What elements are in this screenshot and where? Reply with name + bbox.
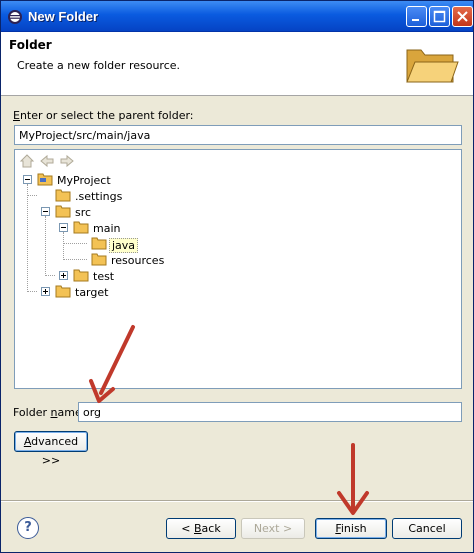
folder-icon: [55, 205, 71, 218]
tree-connector: [63, 259, 87, 260]
folder-name-label: Folder name:: [13, 406, 86, 419]
tree-connector: [45, 216, 46, 276]
maximize-icon: [433, 10, 446, 23]
wizard-header: Folder Create a new folder resource.: [1, 32, 473, 96]
maximize-button[interactable]: [429, 6, 450, 27]
collapse-toggle[interactable]: [41, 207, 50, 216]
folder-icon: [73, 221, 89, 234]
folder-icon: [73, 269, 89, 282]
close-button[interactable]: [452, 6, 473, 27]
forward-icon[interactable]: [59, 153, 75, 169]
tree-connector: [27, 184, 28, 292]
minimize-icon: [412, 19, 419, 21]
expand-toggle[interactable]: [59, 271, 68, 280]
window-title: New Folder: [28, 9, 99, 24]
folder-icon: [55, 189, 71, 202]
folder-icon: [91, 253, 107, 266]
header-description: Create a new folder resource.: [17, 59, 181, 72]
tree-connector: [63, 243, 87, 244]
tree-connector: [45, 275, 55, 276]
folder-icon: [55, 285, 71, 298]
cancel-button[interactable]: Cancel: [392, 518, 462, 539]
collapse-toggle[interactable]: [59, 223, 68, 232]
home-icon[interactable]: [19, 153, 35, 169]
advanced-button[interactable]: Advanced >>: [14, 431, 88, 467]
title-bar: New Folder: [1, 1, 473, 32]
close-icon: [457, 11, 468, 22]
eclipse-icon: [8, 10, 22, 24]
open-folder-icon: [406, 49, 459, 83]
help-icon[interactable]: ?: [17, 517, 39, 539]
tree-connector: [27, 195, 37, 196]
finish-button[interactable]: Finish: [315, 518, 387, 539]
parent-folder-input[interactable]: MyProject/src/main/java: [14, 125, 462, 145]
folder-name-input[interactable]: org: [78, 402, 462, 422]
button-bar-separator: [1, 500, 473, 502]
back-button[interactable]: < Back: [166, 518, 236, 539]
annotation-arrow: [337, 443, 369, 515]
header-title: Folder: [9, 38, 52, 52]
next-button[interactable]: Next >: [241, 518, 305, 539]
tree-connector: [63, 232, 64, 260]
expand-toggle[interactable]: [41, 287, 50, 296]
new-folder-dialog: New Folder Folder Create a new folder re…: [0, 0, 474, 553]
folder-icon: [91, 237, 107, 250]
collapse-toggle[interactable]: [23, 175, 32, 184]
project-icon: [37, 173, 53, 186]
back-icon[interactable]: [39, 153, 55, 169]
parent-folder-label: Enter or select the parent folder:: [13, 109, 194, 122]
minimize-button[interactable]: [406, 6, 427, 27]
annotation-arrow: [89, 325, 135, 403]
tree-connector: [27, 291, 37, 292]
folder-tree[interactable]: MyProject .settings src main java resour…: [14, 149, 462, 389]
